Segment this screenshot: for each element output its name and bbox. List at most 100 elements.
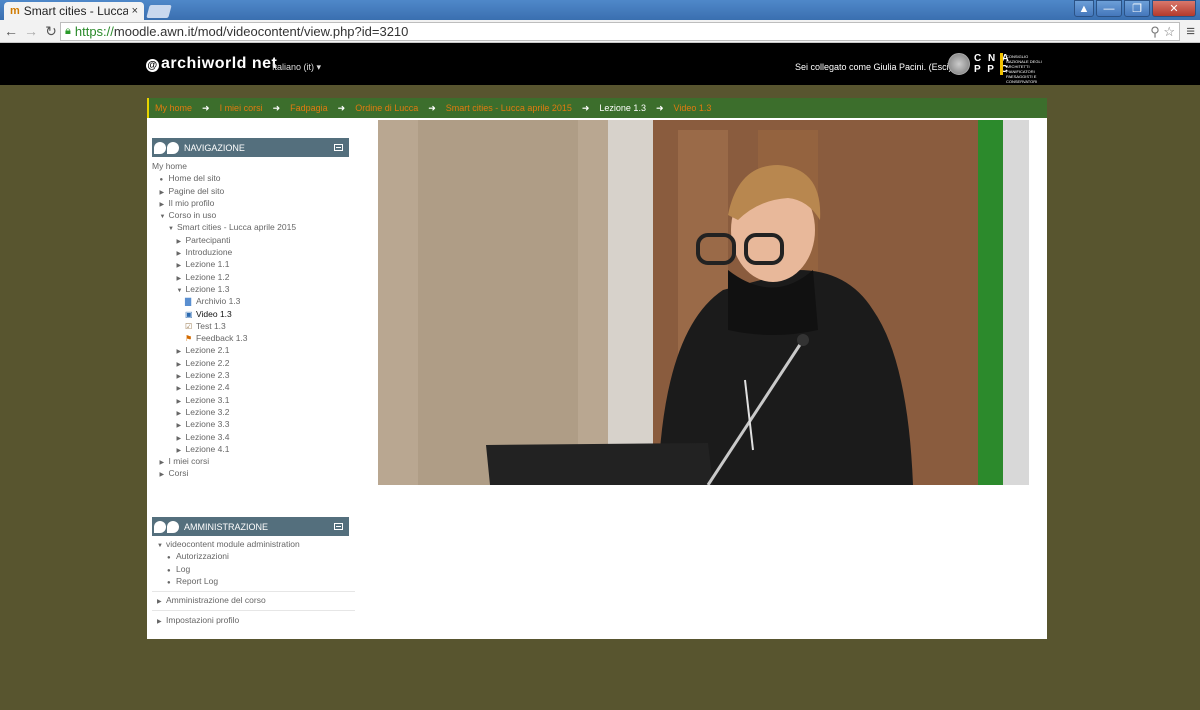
new-tab-button[interactable] <box>146 5 172 18</box>
breadcrumb-separator-icon: ➜ <box>272 102 281 113</box>
browser-tab-strip: m Smart cities - Lucca a × ▲ — ❐ ✕ <box>0 0 1200 20</box>
nav-item[interactable]: ▶ Lezione 2.1 <box>147 344 357 356</box>
nav-item-label: Il mio profilo <box>168 197 215 208</box>
archiworld-logo[interactable]: @ archiworld net <box>146 55 277 73</box>
navigation-title: NAVIGAZIONE <box>184 142 245 153</box>
video-player[interactable] <box>378 120 1029 485</box>
breadcrumb-separator-icon: ➜ <box>202 102 210 113</box>
nav-item[interactable]: ▼ Lezione 1.3 <box>147 283 357 295</box>
breadcrumb-item[interactable]: I miei corsi <box>220 103 263 113</box>
nav-item-label: Pagine del sito <box>168 185 225 196</box>
profile-settings-item[interactable]: ▶ Impostazioni profilo <box>147 614 357 626</box>
nav-item[interactable]: ▣ Video 1.3 <box>147 308 357 320</box>
nav-item[interactable]: ▼ Corso in uso <box>147 209 357 221</box>
block-quote-icon <box>152 517 182 536</box>
admin-authorizations-link[interactable]: ● Autorizzazioni <box>147 550 357 562</box>
nav-item[interactable]: ▶ Corsi <box>147 467 357 479</box>
logo-text: archiworld net <box>161 55 278 72</box>
nav-item-label: Video 1.3 <box>196 308 232 319</box>
zoom-star-icons[interactable]: ⚲ ☆ <box>1150 24 1175 40</box>
nav-item-label: Partecipanti <box>185 234 231 245</box>
nav-item-label: Lezione 2.4 <box>185 382 230 393</box>
nav-item[interactable]: ▶ Introduzione <box>147 246 357 258</box>
nav-item[interactable]: ▼ Smart cities - Lucca aprile 2015 <box>147 221 357 233</box>
breadcrumb-item[interactable]: Video 1.3 <box>674 103 712 113</box>
nav-item-label: Corsi <box>168 468 189 479</box>
nav-item-label: Lezione 2.3 <box>185 370 230 381</box>
nav-item-label: Smart cities - Lucca aprile 2015 <box>177 222 297 233</box>
nav-item-label: I miei corsi <box>168 456 210 467</box>
url-scheme: https:// <box>74 24 114 39</box>
nav-item[interactable]: ▶ Lezione 2.2 <box>147 357 357 369</box>
user-profile-icon[interactable]: ▲ <box>1074 0 1094 17</box>
course-admin-item[interactable]: ▶ Amministrazione del corso <box>147 594 357 606</box>
breadcrumb-item[interactable]: My home <box>155 103 192 113</box>
nav-item[interactable]: My home <box>147 160 357 172</box>
login-info[interactable]: Sei collegato come Giulia Pacini. (Esci) <box>795 62 952 72</box>
nav-item-label: Introduzione <box>185 247 233 258</box>
breadcrumb: My home ➜ I miei corsi ➜ Fadpagia ➜ Ordi… <box>147 98 1047 118</box>
back-arrow-icon[interactable]: ← <box>2 23 20 39</box>
nav-item-label: Lezione 4.1 <box>185 443 230 454</box>
module-admin-item[interactable]: ▼ videocontent module administration <box>147 538 357 550</box>
collapse-icon[interactable] <box>334 144 343 151</box>
administration-tree: ▼ videocontent module administration ● Aut… <box>147 538 357 627</box>
nav-item[interactable]: ▶ Lezione 2.3 <box>147 369 357 381</box>
forward-arrow-icon[interactable]: → <box>22 23 40 39</box>
language-selector[interactable]: Italiano (it) ▾ <box>272 62 321 73</box>
nav-item[interactable]: ▶ Lezione 3.3 <box>147 418 357 430</box>
administration-title: AMMINISTRAZIONE <box>184 521 269 532</box>
at-logo-icon: @ <box>146 59 159 72</box>
nav-item[interactable]: ▶ Pagine del sito <box>147 185 357 197</box>
collapsed-arrow-icon[interactable]: ▶ <box>160 469 169 481</box>
nav-item[interactable]: ⚑ Feedback 1.3 <box>147 332 357 344</box>
nav-item-label: Lezione 2.2 <box>185 357 230 368</box>
cnappc-bar <box>1000 53 1003 75</box>
breadcrumb-item[interactable]: Lezione 1.3 <box>599 103 646 113</box>
folder-icon: ▇ <box>185 297 192 307</box>
nav-item[interactable]: ▶ Lezione 3.4 <box>147 431 357 443</box>
navigation-tree: My home ● Home del sito ▶ Pagine del sito ▶ Il… <box>147 160 357 480</box>
video-frame <box>378 120 1029 485</box>
nav-item[interactable]: ▶ Lezione 2.4 <box>147 381 357 393</box>
browser-tab[interactable]: m Smart cities - Lucca a × <box>4 2 144 20</box>
breadcrumb-item[interactable]: Ordine di Lucca <box>355 103 418 113</box>
nav-item-label: Lezione 3.4 <box>185 431 230 442</box>
tab-close-icon[interactable]: × <box>132 5 138 17</box>
collapse-icon[interactable] <box>334 523 343 530</box>
nav-item-label: My home <box>152 161 187 171</box>
nav-item[interactable]: ▶ Lezione 1.2 <box>147 271 357 283</box>
minimize-button[interactable]: — <box>1096 0 1122 17</box>
admin-log-link[interactable]: ● Log <box>147 563 357 575</box>
maximize-button[interactable]: ❐ <box>1124 0 1150 17</box>
nav-item[interactable]: ▶ Lezione 1.1 <box>147 258 357 270</box>
nav-item-label: Corso in uso <box>168 210 217 221</box>
nav-item-label: Feedback 1.3 <box>196 333 248 344</box>
nav-item[interactable]: ☑ Test 1.3 <box>147 320 357 332</box>
expanded-arrow-icon[interactable]: ▼ <box>168 223 177 235</box>
nav-item[interactable]: ▶ Lezione 3.1 <box>147 394 357 406</box>
nav-item[interactable]: ▶ I miei corsi <box>147 455 357 467</box>
breadcrumb-item[interactable]: Fadpagia <box>290 103 328 113</box>
nav-item[interactable]: ▶ Lezione 4.1 <box>147 443 357 455</box>
nav-item-label: Lezione 3.3 <box>185 419 230 430</box>
nav-item[interactable]: ▶ Lezione 3.2 <box>147 406 357 418</box>
nav-item[interactable]: ● Home del sito <box>147 172 357 184</box>
nav-item[interactable]: ▶ Il mio profilo <box>147 197 357 209</box>
navigation-block-header: NAVIGAZIONE <box>152 138 349 157</box>
address-bar[interactable]: 🔒︎ https://moodle.awn.it/mod/videoconten… <box>60 22 1180 41</box>
nav-item-label: Test 1.3 <box>196 320 226 331</box>
padlock-icon: 🔒︎ <box>65 25 71 37</box>
nav-item-label: Archivio 1.3 <box>196 296 241 307</box>
tab-title: Smart cities - Lucca a <box>23 4 128 18</box>
browser-menu-icon[interactable]: ≡ <box>1186 23 1195 40</box>
close-window-button[interactable]: ✕ <box>1152 0 1196 17</box>
browser-toolbar: ← → ↻ 🔒︎ https://moodle.awn.it/mod/video… <box>0 20 1200 43</box>
nav-item[interactable]: ▶ Partecipanti <box>147 234 357 246</box>
administration-block-header: AMMINISTRAZIONE <box>152 517 349 536</box>
admin-report-log-link[interactable]: ● Report Log <box>147 575 357 587</box>
reload-icon[interactable]: ↻ <box>42 23 60 40</box>
divider <box>152 610 355 612</box>
breadcrumb-item[interactable]: Smart cities - Lucca aprile 2015 <box>446 103 572 113</box>
main-panel: NAVIGAZIONE My home ● Home del sito ▶ Pagine… <box>147 118 1047 639</box>
